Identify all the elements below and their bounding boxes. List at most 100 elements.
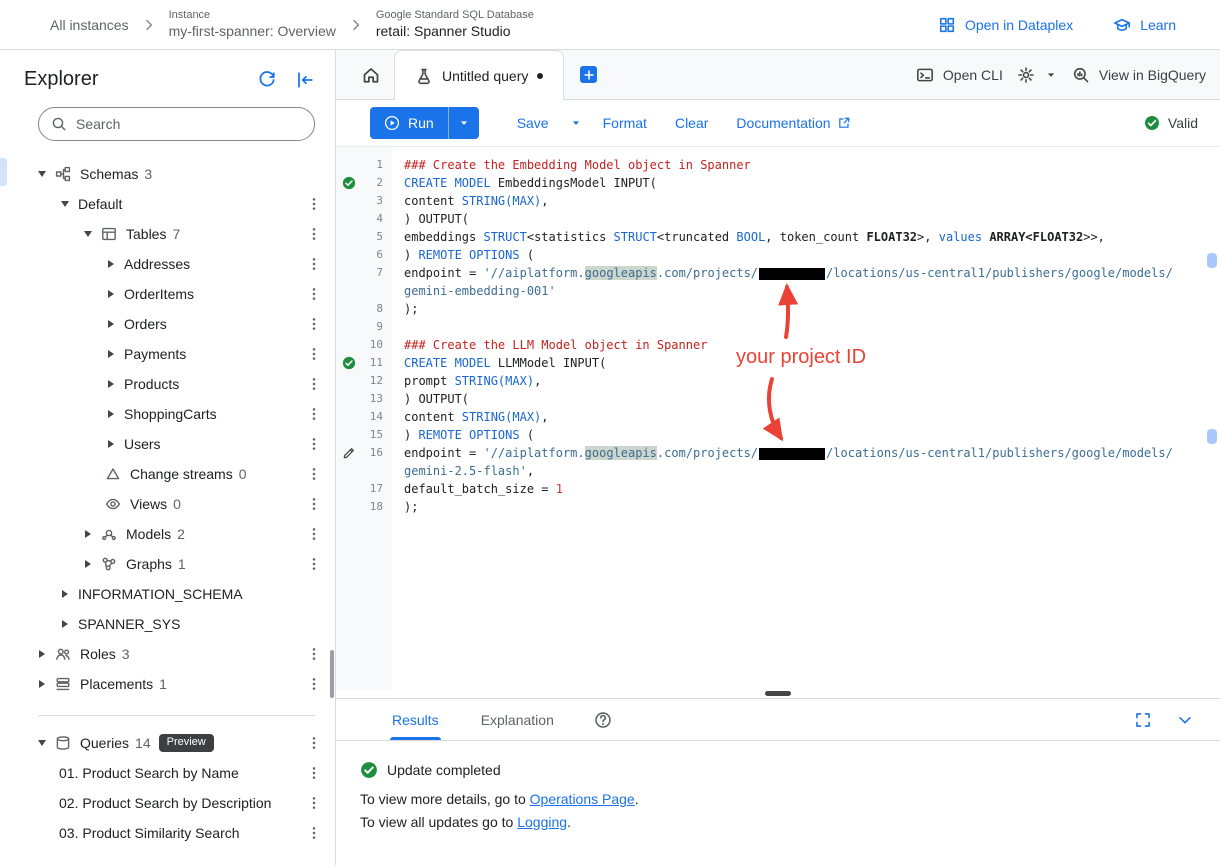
expand-arrow-icon[interactable] bbox=[36, 648, 48, 660]
tree-item-shoppingcarts[interactable]: ShoppingCarts bbox=[0, 399, 335, 429]
open-in-dataplex-button[interactable]: Open in Dataplex bbox=[938, 16, 1073, 34]
tree-item-queries[interactable]: Queries14Preview bbox=[0, 728, 335, 758]
code-line[interactable]: 8); bbox=[336, 300, 1220, 318]
tab-results[interactable]: Results bbox=[390, 699, 441, 740]
item-menu-button[interactable] bbox=[305, 495, 323, 513]
refresh-button[interactable] bbox=[257, 70, 277, 90]
code-line[interactable]: 2CREATE MODEL EmbeddingsModel INPUT( bbox=[336, 174, 1220, 192]
clear-button[interactable]: Clear bbox=[661, 107, 722, 139]
expand-arrow-icon[interactable] bbox=[105, 288, 117, 300]
save-options-button[interactable] bbox=[563, 107, 589, 139]
code-line[interactable]: 4) OUTPUT( bbox=[336, 210, 1220, 228]
expand-arrow-icon[interactable] bbox=[105, 408, 117, 420]
item-menu-button[interactable] bbox=[305, 225, 323, 243]
code-line[interactable]: gemini-embedding-001' bbox=[336, 282, 1220, 300]
item-menu-button[interactable] bbox=[305, 405, 323, 423]
expand-arrow-icon[interactable] bbox=[105, 348, 117, 360]
tree-item-users[interactable]: Users bbox=[0, 429, 335, 459]
tree-item-orders[interactable]: Orders bbox=[0, 309, 335, 339]
tree-item-change-streams[interactable]: Change streams0 bbox=[0, 459, 335, 489]
tree-item-payments[interactable]: Payments bbox=[0, 339, 335, 369]
code-line[interactable]: 3content STRING(MAX), bbox=[336, 192, 1220, 210]
code-line[interactable]: 5embeddings STRUCT<statistics STRUCT<tru… bbox=[336, 228, 1220, 246]
code-line[interactable]: 17default_batch_size = 1 bbox=[336, 480, 1220, 498]
new-query-tab-button[interactable] bbox=[580, 66, 597, 83]
view-in-bigquery-button[interactable]: View in BigQuery bbox=[1072, 66, 1206, 84]
item-menu-button[interactable] bbox=[305, 734, 323, 752]
collapse-sidebar-button[interactable] bbox=[295, 70, 315, 90]
code-line[interactable]: 1### Create the Embedding Model object i… bbox=[336, 156, 1220, 174]
tree-item-information-schema[interactable]: INFORMATION_SCHEMA bbox=[0, 579, 335, 609]
code-line[interactable]: 14content STRING(MAX), bbox=[336, 408, 1220, 426]
code-line[interactable]: 11CREATE MODEL LLMModel INPUT( bbox=[336, 354, 1220, 372]
code-line[interactable]: 7endpoint = '//aiplatform.googleapis.com… bbox=[336, 264, 1220, 282]
run-options-button[interactable] bbox=[448, 107, 479, 139]
expand-arrow-icon[interactable] bbox=[105, 258, 117, 270]
tree-item-schemas[interactable]: Schemas3 bbox=[0, 159, 335, 189]
item-menu-button[interactable] bbox=[305, 794, 323, 812]
code-line[interactable]: 15) REMOTE OPTIONS ( bbox=[336, 426, 1220, 444]
format-button[interactable]: Format bbox=[589, 107, 661, 139]
collapse-results-button[interactable] bbox=[1176, 711, 1194, 729]
collapse-arrow-icon[interactable] bbox=[36, 168, 48, 180]
learn-button[interactable]: Learn bbox=[1113, 16, 1176, 34]
item-menu-button[interactable] bbox=[305, 645, 323, 663]
fullscreen-results-button[interactable] bbox=[1134, 711, 1152, 729]
breadcrumb-instance[interactable]: Instance my-first-spanner: Overview bbox=[169, 9, 336, 40]
item-menu-button[interactable] bbox=[305, 375, 323, 393]
tab-explanation[interactable]: Explanation bbox=[479, 699, 556, 740]
splitter-drag-handle[interactable] bbox=[765, 691, 791, 696]
sidebar-scrollbar-thumb[interactable] bbox=[330, 650, 334, 698]
item-menu-button[interactable] bbox=[305, 345, 323, 363]
tab-untitled-query[interactable]: Untitled query bbox=[394, 50, 564, 100]
tree-item-placements[interactable]: Placements1 bbox=[0, 669, 335, 699]
tree-item-addresses[interactable]: Addresses bbox=[0, 249, 335, 279]
item-menu-button[interactable] bbox=[305, 465, 323, 483]
save-button[interactable]: Save bbox=[503, 107, 563, 139]
home-tab-button[interactable] bbox=[348, 50, 394, 99]
item-menu-button[interactable] bbox=[305, 255, 323, 273]
collapse-arrow-icon[interactable] bbox=[82, 228, 94, 240]
expand-arrow-icon[interactable] bbox=[36, 678, 48, 690]
code-line[interactable]: 16endpoint = '//aiplatform.googleapis.co… bbox=[336, 444, 1220, 462]
tree-item-default[interactable]: Default bbox=[0, 189, 335, 219]
expand-arrow-icon[interactable] bbox=[59, 618, 71, 630]
code-line[interactable]: gemini-2.5-flash', bbox=[336, 462, 1220, 480]
item-menu-button[interactable] bbox=[305, 764, 323, 782]
expand-arrow-icon[interactable] bbox=[82, 528, 94, 540]
tree-item-models[interactable]: Models2 bbox=[0, 519, 335, 549]
help-button[interactable] bbox=[594, 711, 612, 729]
code-line[interactable]: 18); bbox=[336, 498, 1220, 516]
item-menu-button[interactable] bbox=[305, 195, 323, 213]
item-menu-button[interactable] bbox=[305, 675, 323, 693]
item-menu-button[interactable] bbox=[305, 555, 323, 573]
collapse-arrow-icon[interactable] bbox=[36, 737, 48, 749]
tree-item-roles[interactable]: Roles3 bbox=[0, 639, 335, 669]
tree-item-orderitems[interactable]: OrderItems bbox=[0, 279, 335, 309]
editor-settings-button[interactable] bbox=[1017, 66, 1058, 84]
run-button[interactable]: Run bbox=[370, 107, 448, 139]
tree-item-products[interactable]: Products bbox=[0, 369, 335, 399]
code-line[interactable]: 12prompt STRING(MAX), bbox=[336, 372, 1220, 390]
code-area[interactable]: 1### Create the Embedding Model object i… bbox=[336, 147, 1220, 516]
tree-item-03-product-similarity-search[interactable]: 03. Product Similarity Search bbox=[0, 818, 335, 848]
logging-link[interactable]: Logging bbox=[517, 814, 567, 830]
tree-item-01-product-search-by-name[interactable]: 01. Product Search by Name bbox=[0, 758, 335, 788]
breadcrumb-all-instances[interactable]: All instances bbox=[50, 17, 129, 33]
collapse-arrow-icon[interactable] bbox=[59, 198, 71, 210]
search-box[interactable] bbox=[38, 107, 315, 141]
search-input[interactable] bbox=[76, 116, 302, 132]
expand-arrow-icon[interactable] bbox=[105, 378, 117, 390]
code-line[interactable]: 9 bbox=[336, 318, 1220, 336]
code-line[interactable]: 6) REMOTE OPTIONS ( bbox=[336, 246, 1220, 264]
operations-page-link[interactable]: Operations Page bbox=[530, 791, 635, 807]
item-menu-button[interactable] bbox=[305, 435, 323, 453]
item-menu-button[interactable] bbox=[305, 824, 323, 842]
tree-item-tables[interactable]: Tables7 bbox=[0, 219, 335, 249]
tree-item-02-product-search-by-description[interactable]: 02. Product Search by Description bbox=[0, 788, 335, 818]
expand-arrow-icon[interactable] bbox=[82, 558, 94, 570]
documentation-link[interactable]: Documentation bbox=[722, 107, 864, 139]
expand-arrow-icon[interactable] bbox=[59, 588, 71, 600]
expand-arrow-icon[interactable] bbox=[105, 318, 117, 330]
code-line[interactable]: 10### Create the LLM Model object in Spa… bbox=[336, 336, 1220, 354]
